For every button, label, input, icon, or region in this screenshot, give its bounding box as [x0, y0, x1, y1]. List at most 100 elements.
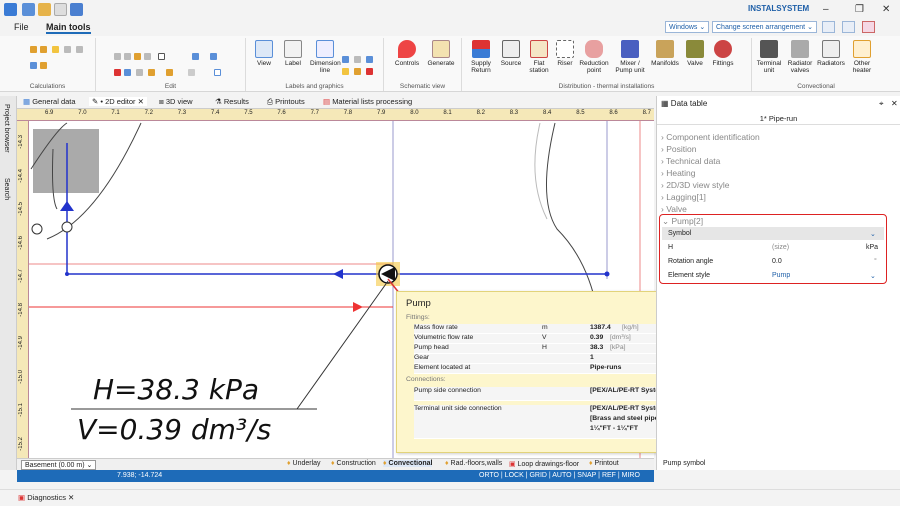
edit-icon[interactable] — [192, 53, 199, 60]
tab-printouts[interactable]: ⎙ Printouts — [267, 97, 305, 107]
calc-icon[interactable] — [40, 62, 47, 69]
graphics-icon[interactable] — [354, 68, 361, 75]
calc-icon[interactable] — [64, 46, 71, 53]
edit-icon[interactable] — [144, 53, 151, 60]
generate-button[interactable]: Generate — [426, 40, 456, 67]
pin-icon[interactable]: ⌖ — [879, 99, 884, 109]
edit-icon[interactable] — [134, 53, 141, 60]
graphics-icon[interactable] — [354, 56, 361, 63]
settings-icon[interactable] — [842, 21, 855, 33]
prop-element-style[interactable]: Element style Pump ⌄ — [662, 269, 884, 282]
section-view-style[interactable]: › 2D/3D view style — [661, 180, 730, 190]
section-position[interactable]: › Position — [661, 144, 696, 154]
edit-icon[interactable] — [136, 69, 143, 76]
floor-dropdown[interactable]: Basement (0.00 m) ⌄ — [21, 460, 97, 470]
undo-icon[interactable] — [70, 3, 83, 16]
graphics-icon[interactable] — [366, 56, 373, 63]
open-icon[interactable] — [38, 3, 51, 16]
help-icon[interactable] — [862, 21, 875, 33]
calc-icon[interactable] — [30, 62, 37, 69]
radiator-icon — [822, 40, 840, 58]
selection-dropdown[interactable]: 1* Pipe-run — [657, 111, 900, 125]
tab-3d-view[interactable]: ⧈ 3D view — [159, 97, 193, 107]
tab-general-data[interactable]: ▦ General data — [23, 97, 76, 106]
calc-icon[interactable] — [52, 46, 59, 53]
search-tab[interactable]: Search — [3, 178, 10, 200]
radiator-valves-button[interactable]: Radiator valves — [785, 40, 815, 74]
edit-icon[interactable] — [114, 69, 121, 76]
label-button[interactable]: Label — [278, 40, 308, 67]
pump-head-label[interactable]: H=38.3 kPa — [93, 373, 259, 406]
view-button[interactable]: View — [249, 40, 279, 67]
menu-file[interactable]: File — [14, 22, 29, 32]
prop-symbol[interactable]: Symbol ⌄ — [662, 227, 884, 240]
windows-dropdown[interactable]: Windows ⌄ — [665, 21, 710, 33]
edit-icon[interactable] — [188, 69, 195, 76]
calc-icon[interactable] — [30, 46, 37, 53]
calc-icon[interactable] — [76, 46, 83, 53]
tab-results[interactable]: ⚗ Results — [215, 97, 249, 106]
project-browser-tab[interactable]: Project browser — [3, 104, 10, 153]
tab-2d-editor[interactable]: ✎ • 2D editor ✕ — [89, 97, 147, 106]
row-name: Pump side connection — [414, 387, 481, 394]
controls-button[interactable]: Controls — [392, 40, 422, 67]
riser-label: Riser — [557, 60, 573, 67]
valve-button[interactable]: Valve — [680, 40, 710, 67]
terminal-unit-button[interactable]: Terminal unit — [754, 40, 784, 74]
edit-icon[interactable] — [210, 53, 217, 60]
section-valve[interactable]: › Valve — [661, 204, 687, 214]
edit-icon[interactable] — [148, 69, 155, 76]
section-heating[interactable]: › Heating — [661, 168, 696, 178]
graphics-icon[interactable] — [366, 68, 373, 75]
source-button[interactable]: Source — [496, 40, 526, 67]
layer-printout[interactable]: ♦ Printout — [589, 460, 619, 467]
layout-icon[interactable] — [822, 21, 835, 33]
save-icon[interactable] — [22, 3, 35, 16]
fittings-button[interactable]: Fittings — [708, 40, 738, 67]
other-heater-button[interactable]: Other heater — [847, 40, 877, 74]
edit-icon[interactable] — [124, 53, 131, 60]
minimize-icon[interactable]: – — [823, 4, 829, 15]
layer-convectional[interactable]: ♦ Convectional — [383, 460, 433, 467]
screen-arrangement-dropdown[interactable]: Change screen arrangement ⌄ — [712, 21, 817, 33]
manifolds-button[interactable]: Manifolds — [648, 40, 682, 67]
diagnostics-tab[interactable]: ▣ Diagnostics ✕ — [18, 493, 74, 502]
edit-icon[interactable] — [114, 53, 121, 60]
layer-underlay[interactable]: ♦ Underlay — [287, 460, 321, 467]
snap-modes[interactable]: ORTO | LOCK | GRID | AUTO | SNAP | REF |… — [479, 472, 640, 479]
edit-icon[interactable] — [124, 69, 131, 76]
supply-return-button[interactable]: Supply Return — [466, 40, 496, 74]
prop-h[interactable]: H (size) kPa — [662, 241, 884, 254]
edit-icon[interactable] — [158, 53, 165, 60]
section-component-id[interactable]: › Component identification — [661, 132, 760, 142]
pump-section-header[interactable]: ⌄ Pump[2] — [662, 216, 703, 227]
layer-construction[interactable]: ♦ Construction — [331, 460, 376, 467]
section-technical-data[interactable]: › Technical data — [661, 156, 720, 166]
graphics-icon[interactable] — [342, 56, 349, 63]
new-icon[interactable] — [54, 3, 67, 16]
flow-label[interactable]: V=0.39 dm³/s — [77, 413, 271, 446]
layer-label: Convectional — [388, 460, 433, 467]
tab-material-lists[interactable]: ▤ Material lists processing — [323, 97, 412, 106]
close-icon[interactable]: ✕ — [891, 99, 898, 108]
calc-icon[interactable] — [40, 46, 47, 53]
edit-icon[interactable] — [166, 69, 173, 76]
heater-icon — [853, 40, 871, 58]
menu-main-tools[interactable]: Main tools — [46, 22, 91, 34]
edit-icon[interactable] — [214, 69, 221, 76]
close-icon[interactable]: ✕ — [882, 4, 890, 15]
screen-arrangement-label: Change screen arrangement — [716, 24, 806, 31]
prop-rotation[interactable]: Rotation angle 0.0 ° — [662, 255, 884, 268]
section-lagging[interactable]: › Lagging[1] — [661, 192, 706, 202]
reduction-point-button[interactable]: Reduction point — [576, 40, 612, 74]
close-icon[interactable]: ✕ — [138, 97, 144, 106]
radiators-button[interactable]: Radiators — [816, 40, 846, 67]
dimension-line-button[interactable]: Dimension line — [310, 40, 341, 74]
layer-loop-drawings[interactable]: ▣ Loop drawings-floor — [509, 460, 579, 468]
maximize-icon[interactable]: ❐ — [855, 4, 864, 15]
layer-rad-floors[interactable]: ♦ Rad.-floors,walls — [445, 460, 502, 467]
mixer-pump-button[interactable]: Mixer / Pump unit — [612, 40, 648, 74]
mixer-pump-icon — [621, 40, 639, 58]
graphics-icon[interactable] — [342, 68, 349, 75]
data-table-panel: ▦ Data table ⌖ ✕ 1* Pipe-run › Component… — [656, 96, 900, 470]
